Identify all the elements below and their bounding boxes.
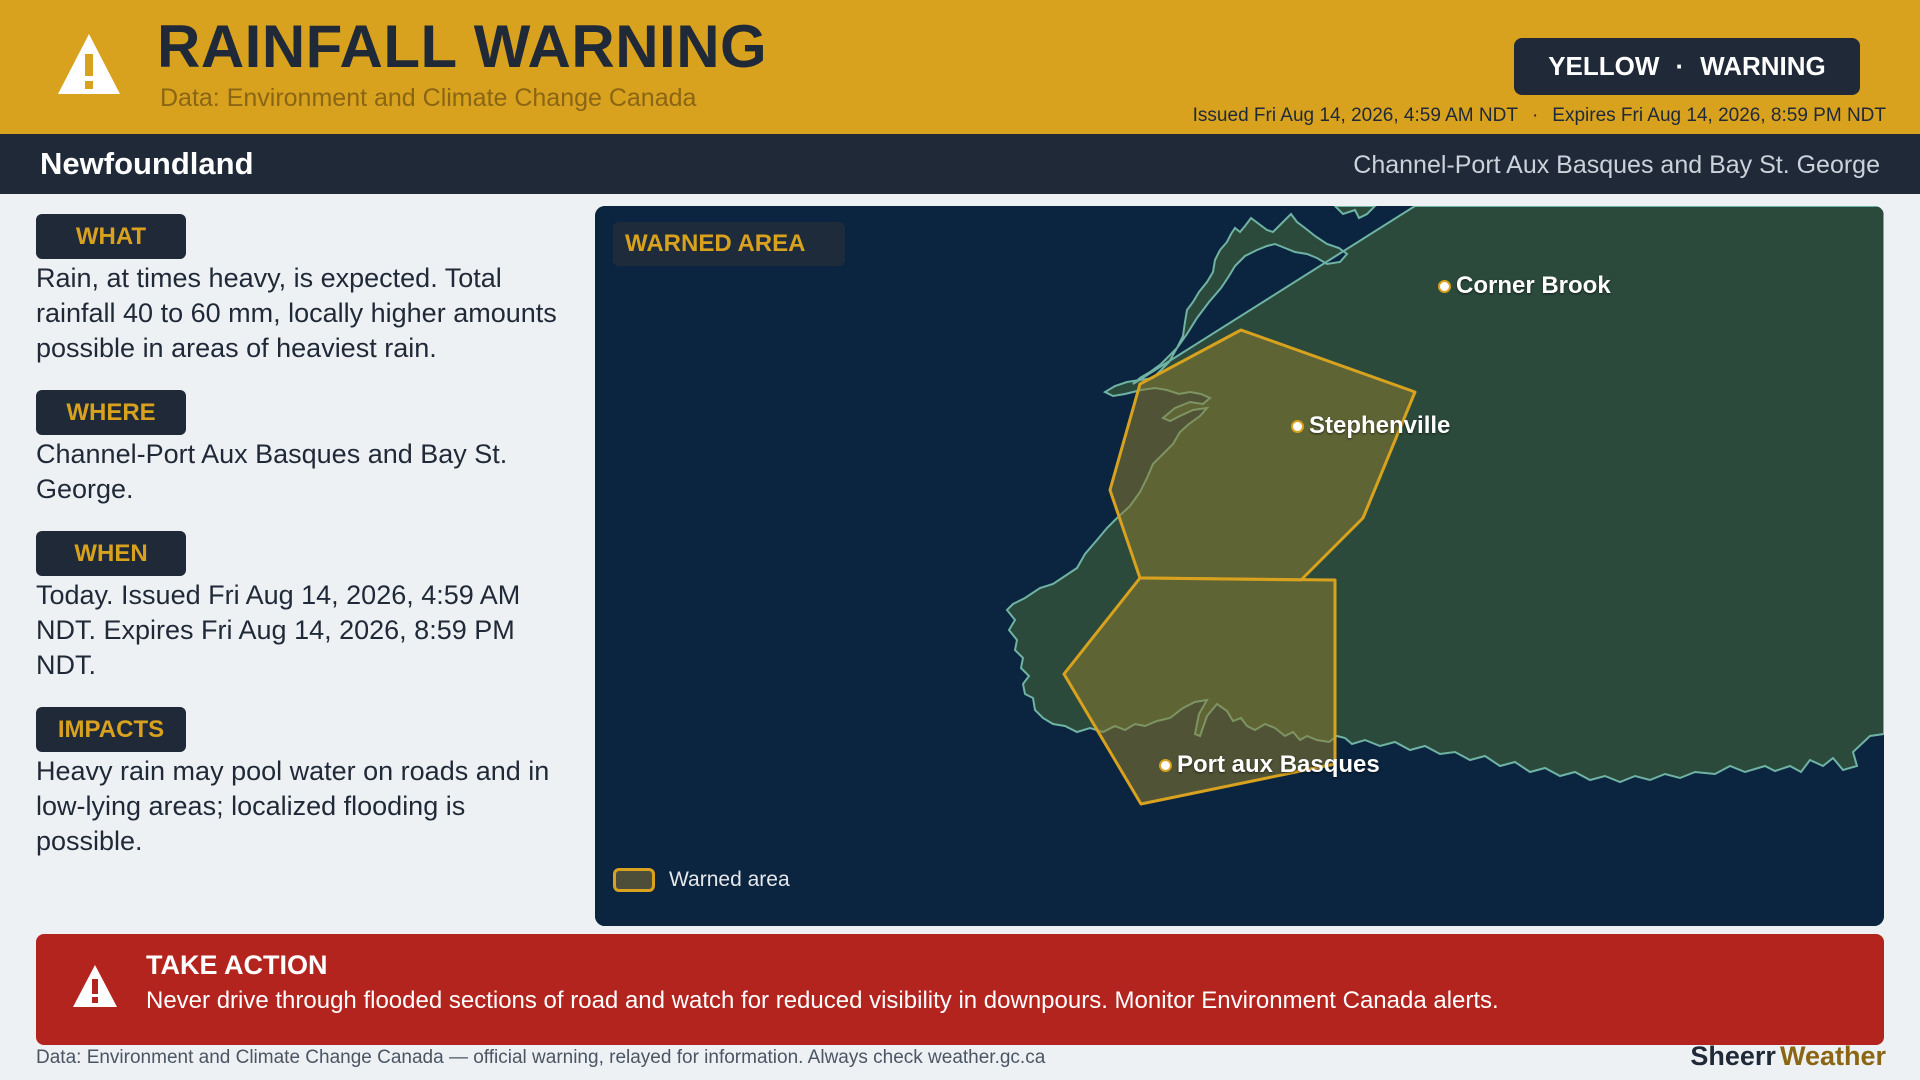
section-text: Today. Issued Fri Aug 14, 2026, 4:59 AM …	[36, 580, 521, 680]
warning-map[interactable]: WARNED AREA Corner Brook Stephenville Po…	[595, 206, 1884, 926]
warned-area-chip: WARNED AREA	[613, 222, 845, 266]
page-title: RAINFALL WARNING	[157, 13, 768, 80]
region-area: Channel-Port Aux Basques and Bay St. Geo…	[1353, 151, 1880, 179]
brand-part-1: Sheerr	[1690, 1041, 1776, 1071]
section-tag: IMPACTS	[36, 707, 186, 752]
warning-details: WHAT Rain, at times heavy, is expected. …	[36, 214, 566, 883]
section-text: Channel-Port Aux Basques and Bay St. Geo…	[36, 439, 508, 504]
map-legend: Warned area	[613, 868, 790, 892]
badge-level: YELLOW	[1548, 51, 1660, 81]
city-marker-corner-brook[interactable]: Corner Brook	[1438, 272, 1611, 300]
section-where: WHERE Channel-Port Aux Basques and Bay S…	[36, 390, 566, 507]
issued-expires-line: Issued Fri Aug 14, 2026, 4:59 AM NDT · Exp…	[1193, 105, 1886, 127]
issued-text: Issued Fri Aug 14, 2026, 4:59 AM NDT	[1192, 105, 1518, 126]
city-dot	[1291, 419, 1304, 433]
take-action-banner: TAKE ACTION Never drive through flooded …	[36, 934, 1884, 1045]
section-tag: WHERE	[36, 390, 186, 435]
city-marker-stephenville[interactable]: Stephenville	[1291, 412, 1450, 440]
city-dot	[1159, 758, 1172, 772]
region-bar: Newfoundland Channel-Port Aux Basques an…	[0, 134, 1920, 194]
footer-source: Data: Environment and Climate Change Can…	[36, 1047, 1046, 1068]
action-title: TAKE ACTION	[146, 950, 328, 980]
section-what: WHAT Rain, at times heavy, is expected. …	[36, 214, 566, 366]
header-banner: RAINFALL WARNING Data: Environment and C…	[0, 0, 1920, 134]
warning-level-badge: YELLOW · WARNING	[1514, 38, 1860, 95]
legend-swatch	[613, 868, 655, 892]
section-text: Rain, at times heavy, is expected. Total…	[36, 263, 557, 363]
map-canvas	[595, 206, 1884, 926]
city-label: Corner Brook	[1456, 272, 1611, 299]
section-when: WHEN Today. Issued Fri Aug 14, 2026, 4:5…	[36, 531, 566, 683]
section-tag: WHAT	[36, 214, 186, 259]
city-marker-port-aux-basques[interactable]: Port aux Basques	[1159, 751, 1380, 779]
legend-label: Warned area	[669, 868, 790, 891]
region-name: Newfoundland	[40, 146, 254, 181]
city-label: Stephenville	[1309, 412, 1451, 439]
warning-triangle-icon	[73, 965, 117, 1007]
city-label: Port aux Basques	[1177, 751, 1380, 778]
warning-triangle-icon	[58, 34, 120, 94]
section-text: Heavy rain may pool water on roads and i…	[36, 756, 550, 856]
meta-separator: ·	[1531, 105, 1539, 126]
city-dot	[1438, 279, 1451, 293]
badge-type: WARNING	[1700, 51, 1826, 81]
section-tag: WHEN	[36, 531, 186, 576]
badge-separator: ·	[1675, 51, 1685, 81]
action-text: Never drive through flooded sections of …	[146, 987, 1499, 1014]
brand-logo: Sheerr Weather	[1690, 1041, 1886, 1072]
section-impacts: IMPACTS Heavy rain may pool water on roa…	[36, 707, 566, 859]
brand-part-2: Weather	[1779, 1041, 1886, 1071]
page-subtitle: Data: Environment and Climate Change Can…	[160, 84, 697, 112]
expires-text: Expires Fri Aug 14, 2026, 8:59 PM NDT	[1552, 105, 1886, 126]
